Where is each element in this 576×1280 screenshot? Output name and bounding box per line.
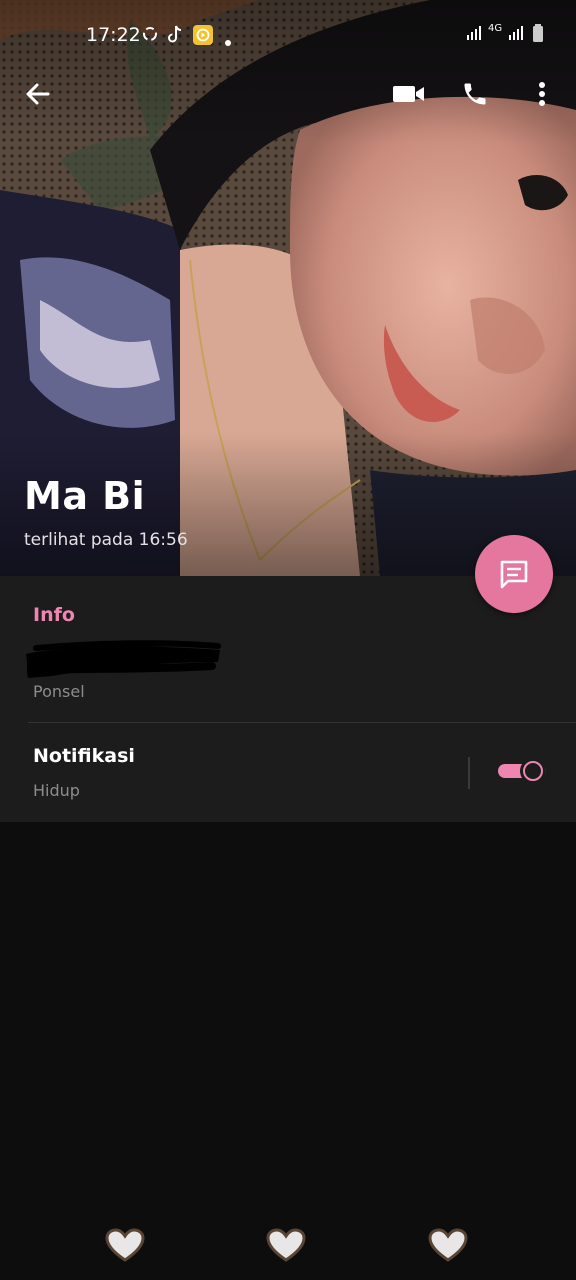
redacted-phone-number — [26, 640, 221, 678]
arrow-left-icon — [26, 83, 50, 105]
heart-icon[interactable] — [428, 1228, 468, 1268]
signal-icon — [466, 24, 484, 47]
message-icon — [500, 560, 528, 589]
more-vertical-icon — [539, 82, 545, 106]
info-card: Info Ponsel Notifikasi Hidup — [0, 576, 576, 822]
battery-icon — [532, 24, 544, 49]
message-button[interactable] — [475, 535, 553, 613]
voice-call-button[interactable] — [451, 70, 499, 118]
notifications-status: Hidup — [33, 781, 80, 800]
contact-name: Ma Bi — [24, 474, 146, 518]
video-call-button[interactable] — [385, 70, 433, 118]
heart-icon[interactable] — [266, 1228, 306, 1268]
more-options-button[interactable] — [518, 70, 566, 118]
notifications-title: Notifikasi — [33, 745, 135, 767]
app-notification-icon — [192, 24, 214, 51]
toggle-thumb — [520, 758, 546, 784]
heart-icon[interactable] — [105, 1228, 145, 1268]
vertical-separator — [468, 757, 470, 789]
bottom-navigation — [0, 1228, 576, 1268]
status-time: 17:22 — [86, 24, 141, 46]
sync-icon — [140, 24, 160, 49]
toolbar — [0, 70, 576, 120]
signal-icon — [508, 24, 526, 47]
status-bar: 17:22 4G — [0, 18, 576, 54]
video-camera-icon — [393, 86, 424, 102]
phone-icon — [464, 83, 486, 105]
last-seen: terlihat pada 16:56 — [24, 530, 188, 550]
notifications-toggle[interactable] — [498, 758, 546, 784]
profile-photo[interactable]: 17:22 4G Ma Bi terlihat pada 16:56 — [0, 0, 576, 576]
phone-number-row[interactable]: Ponsel — [0, 638, 576, 722]
dot-icon — [224, 30, 232, 52]
tiktok-icon — [166, 24, 186, 49]
info-section-title: Info — [33, 604, 75, 626]
phone-label: Ponsel — [33, 682, 85, 701]
notifications-row[interactable]: Notifikasi Hidup — [0, 723, 576, 822]
network-type: 4G — [488, 23, 503, 34]
back-button[interactable] — [14, 70, 62, 118]
